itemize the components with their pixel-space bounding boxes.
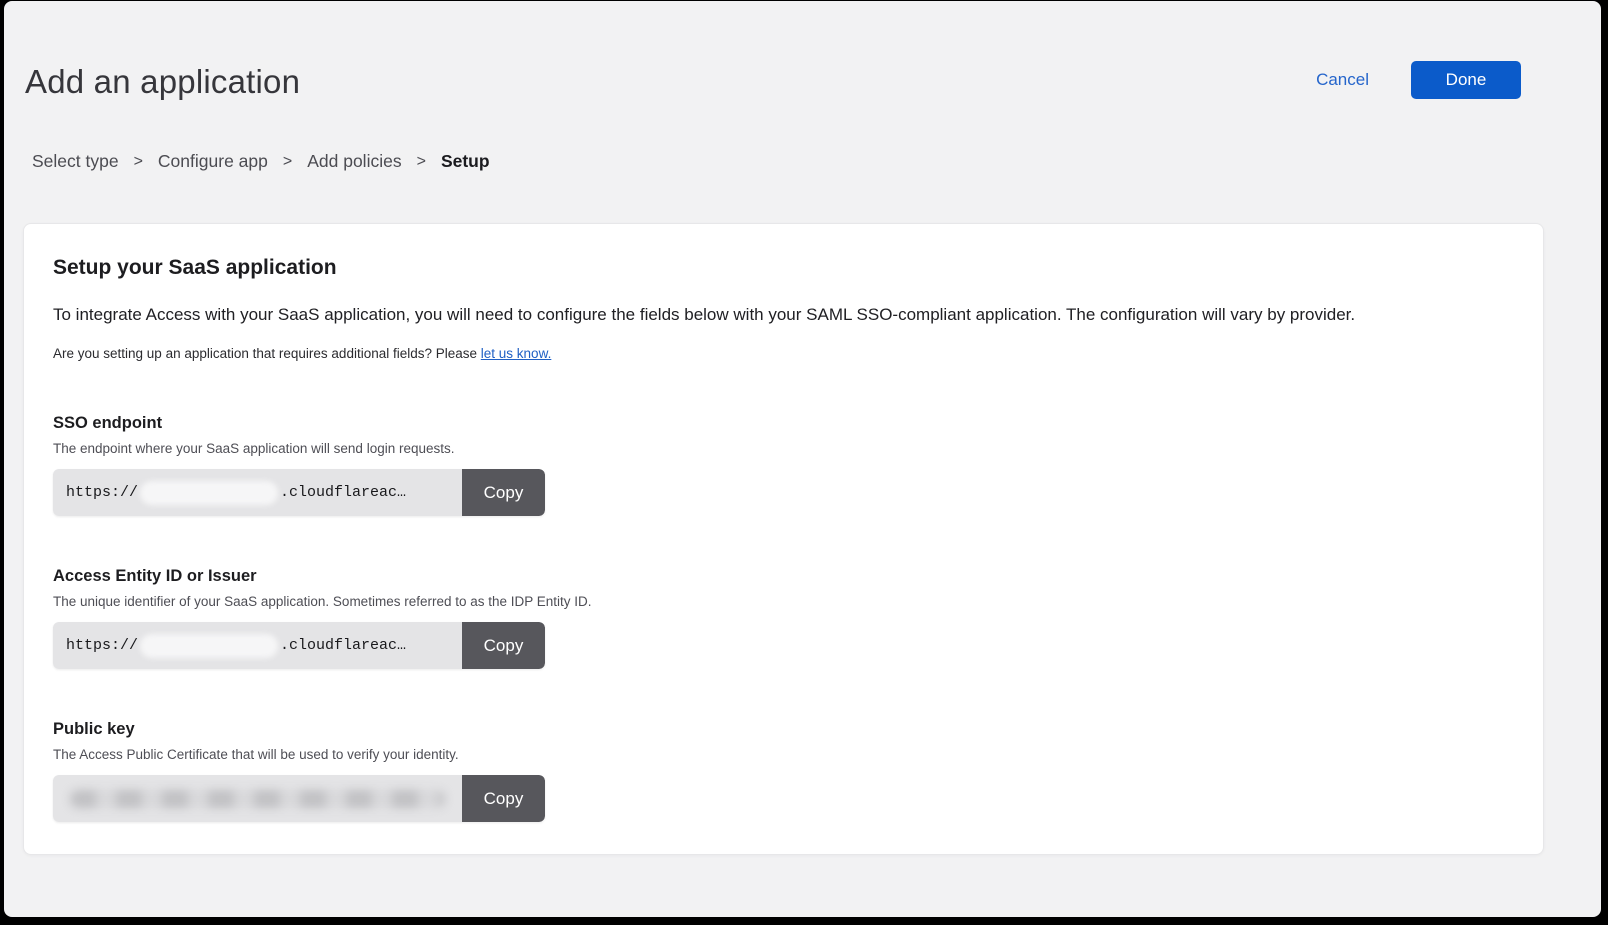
breadcrumb-separator: > [134,153,143,171]
cancel-button[interactable]: Cancel [1316,70,1369,90]
page-header: Add an application Cancel Done [4,1,1601,101]
sso-endpoint-description: The endpoint where your SaaS application… [53,441,1513,457]
breadcrumb-step-select-type[interactable]: Select type [32,151,119,172]
header-actions: Cancel Done [1316,61,1521,99]
note-text: Are you setting up an application that r… [53,346,481,361]
sso-endpoint-value: https:// .cloudflareac… [53,469,462,516]
entity-id-value: https:// .cloudflareac… [53,622,462,669]
field-section-sso-endpoint: SSO endpoint The endpoint where your Saa… [53,414,1513,516]
breadcrumb-step-setup: Setup [441,151,490,172]
setup-card: Setup your SaaS application To integrate… [23,223,1544,855]
copy-button[interactable]: Copy [462,622,545,669]
public-key-label: Public key [53,720,1513,739]
copy-button[interactable]: Copy [462,469,545,516]
card-note: Are you setting up an application that r… [53,346,1513,362]
public-key-description: The Access Public Certificate that will … [53,747,1513,763]
breadcrumb-separator: > [283,153,292,171]
sso-endpoint-label: SSO endpoint [53,414,1513,433]
value-suffix: .cloudflareac… [280,484,406,501]
sso-endpoint-copy-row: https:// .cloudflareac… Copy [53,469,545,516]
screenshot-frame: Add an application Cancel Done Select ty… [0,0,1608,925]
page-title: Add an application [25,63,1521,101]
card-intro-text: To integrate Access with your SaaS appli… [53,304,1513,326]
public-key-copy-row: Copy [53,775,545,822]
entity-id-label: Access Entity ID or Issuer [53,567,1513,586]
breadcrumb-separator: > [417,153,426,171]
breadcrumb-step-configure-app[interactable]: Configure app [158,151,268,172]
card-heading: Setup your SaaS application [53,256,1513,280]
redacted-value-blur [140,634,278,658]
add-application-page: Add an application Cancel Done Select ty… [4,1,1601,917]
value-prefix: https:// [66,484,138,501]
done-button[interactable]: Done [1411,61,1521,99]
entity-id-copy-row: https:// .cloudflareac… Copy [53,622,545,669]
field-section-entity-id: Access Entity ID or Issuer The unique id… [53,567,1513,669]
breadcrumb: Select type > Configure app > Add polici… [32,151,1601,172]
redacted-value-blur [140,481,278,505]
breadcrumb-step-add-policies[interactable]: Add policies [307,151,401,172]
entity-id-description: The unique identifier of your SaaS appli… [53,594,1513,610]
copy-button[interactable]: Copy [462,775,545,822]
let-us-know-link[interactable]: let us know. [481,346,552,361]
value-prefix: https:// [66,637,138,654]
redacted-value-blur [70,790,445,808]
value-suffix: .cloudflareac… [280,637,406,654]
field-section-public-key: Public key The Access Public Certificate… [53,720,1513,822]
public-key-value [53,775,462,822]
